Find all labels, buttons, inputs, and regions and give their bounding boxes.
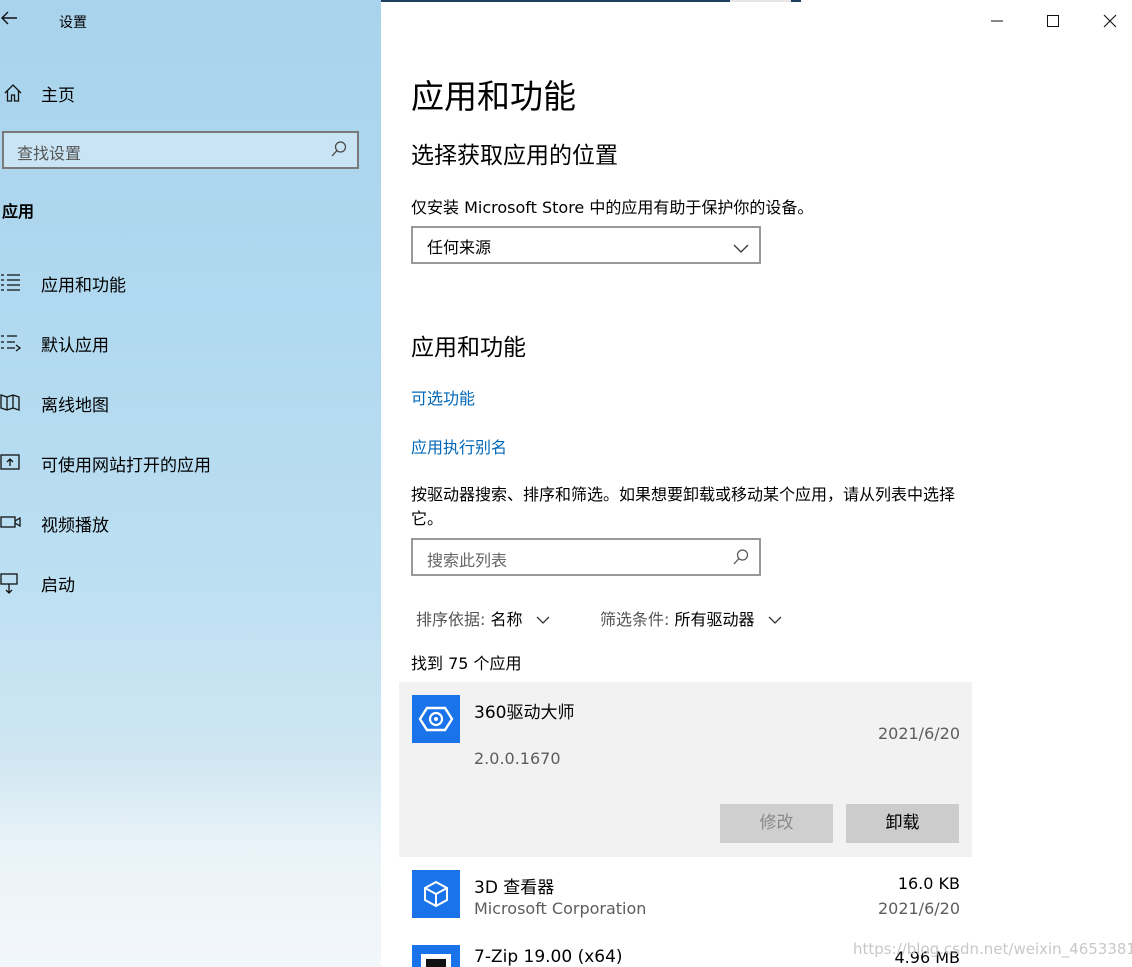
app-date: 2021/6/20 (877, 899, 960, 918)
app-name: 360驱动大师 (474, 703, 575, 723)
app-source-dropdown[interactable]: 任何来源 (411, 226, 761, 264)
sort-value: 名称 (490, 610, 523, 629)
search-placeholder: 搜索此列表 (427, 551, 508, 570)
app-name: 3D 查看器 (474, 878, 555, 898)
watermark: https://blog.csdn.net/weixin_46533811 (853, 940, 1132, 958)
startup-icon (0, 572, 22, 598)
chevron-down-icon (536, 610, 550, 629)
list-item[interactable]: 3D 查看器 16.0 KB Microsoft Corporation 202… (399, 857, 972, 937)
optional-features-link[interactable]: 可选功能 (411, 385, 475, 409)
minimize-icon[interactable] (983, 8, 1011, 34)
map-icon (0, 392, 22, 416)
list-item-selected[interactable]: 360驱动大师 2021/6/20 2.0.0.1670 修改 卸载 (399, 682, 972, 857)
default-apps-icon (0, 332, 22, 356)
choose-location-description: 仅安装 Microsoft Store 中的应用有助于保护你的设备。 (411, 198, 814, 217)
search-placeholder: 查找设置 (17, 144, 82, 163)
home-label: 主页 (41, 86, 75, 106)
sidebar-item-default-apps[interactable]: 默认应用 (0, 328, 375, 356)
website-app-icon (0, 452, 22, 476)
zip-app-icon (412, 945, 460, 967)
filter-dropdown[interactable]: 筛选条件: 所有驱动器 (600, 606, 782, 630)
window-title: 设置 (59, 15, 87, 31)
filter-label: 筛选条件: (600, 610, 670, 629)
cube-app-icon (412, 870, 460, 918)
chevron-down-icon (768, 610, 782, 629)
maximize-icon[interactable] (1039, 8, 1067, 34)
sidebar-item-label: 默认应用 (41, 336, 109, 356)
title-bar-accent-light (730, 0, 791, 2)
sidebar-item-offline-maps[interactable]: 离线地图 (0, 388, 375, 416)
back-arrow-icon[interactable] (0, 8, 24, 32)
search-icon[interactable] (330, 140, 348, 162)
search-sort-description: 按驱动器搜索、排序和筛选。如果想要卸载或移动某个应用，请从列表中选择它。 (411, 485, 956, 528)
sidebar: 设置 主页 查找设置 应用 应用和功能 默认应用 离线地图 可使用网站打开的应用… (0, 0, 381, 967)
sidebar-item-label: 离线地图 (41, 396, 109, 416)
modify-button[interactable]: 修改 (720, 804, 833, 843)
sidebar-item-video-playback[interactable]: 视频播放 (0, 508, 375, 536)
page-title: 应用和功能 (411, 77, 576, 116)
sidebar-item-website-apps[interactable]: 可使用网站打开的应用 (0, 448, 375, 476)
app-name: 7-Zip 19.00 (x64) (474, 947, 623, 967)
app-execution-alias-link[interactable]: 应用执行别名 (411, 434, 507, 458)
chevron-down-icon (733, 239, 749, 258)
app-count: 找到 75 个应用 (411, 654, 522, 673)
driver-master-app-icon (412, 695, 460, 743)
filter-value: 所有驱动器 (674, 610, 755, 629)
dropdown-value: 任何来源 (427, 238, 492, 257)
sidebar-item-label: 可使用网站打开的应用 (41, 456, 211, 476)
sort-label: 排序依据: (416, 610, 486, 629)
settings-search-input[interactable]: 查找设置 (2, 131, 359, 169)
list-icon (0, 272, 22, 296)
search-icon[interactable] (732, 548, 750, 570)
uninstall-button[interactable]: 卸载 (846, 804, 959, 843)
choose-location-heading: 选择获取应用的位置 (411, 143, 618, 169)
app-list-search-input[interactable]: 搜索此列表 (411, 538, 761, 576)
home-icon (3, 83, 23, 107)
app-size: 16.0 KB (897, 874, 960, 893)
sort-dropdown[interactable]: 排序依据: 名称 (416, 606, 550, 630)
sidebar-item-label: 应用和功能 (41, 276, 126, 296)
sidebar-item-startup[interactable]: 启动 (0, 568, 375, 596)
sidebar-home[interactable]: 主页 (0, 80, 200, 106)
apps-features-heading: 应用和功能 (411, 335, 526, 361)
app-version: 2.0.0.1670 (474, 749, 561, 768)
app-date: 2021/6/20 (877, 724, 960, 743)
sidebar-item-apps-features[interactable]: 应用和功能 (0, 268, 375, 296)
close-icon[interactable] (1096, 8, 1124, 34)
sidebar-section-title: 应用 (2, 202, 35, 221)
app-publisher: Microsoft Corporation (474, 899, 647, 918)
video-icon (0, 512, 22, 536)
sidebar-item-label: 启动 (41, 576, 75, 596)
sidebar-item-label: 视频播放 (41, 516, 109, 536)
